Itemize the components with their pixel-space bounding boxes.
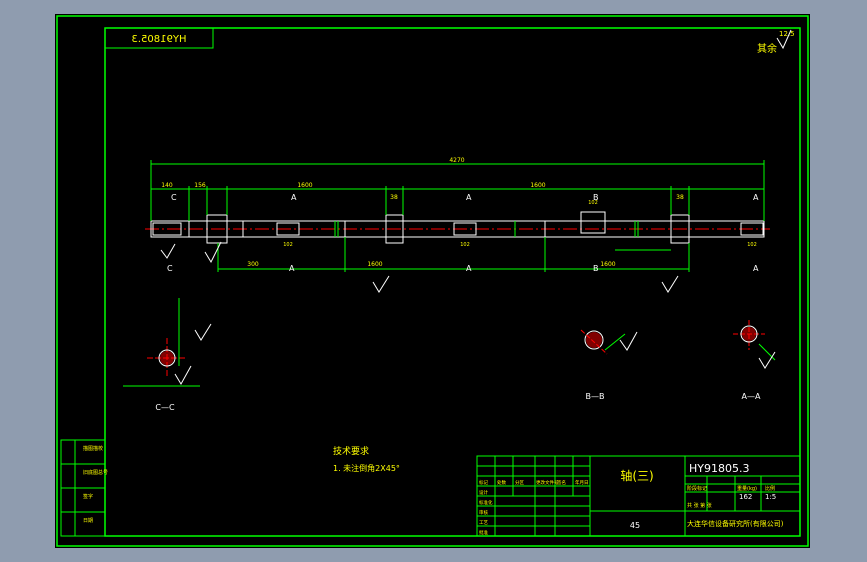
tech-req-title: 技术要求 — [333, 445, 369, 457]
keyway-dim-1: 102 — [283, 242, 293, 248]
section-bb: B—B — [580, 329, 638, 401]
rev-header-4: 更改文件号 — [536, 479, 559, 486]
cut-b-bottom: B — [593, 264, 599, 273]
rev-header-6: 年月日 — [575, 479, 589, 486]
dim-lower-3: 1600 — [600, 261, 615, 268]
cut-b-top: B — [593, 193, 599, 202]
dim-total: 4270 — [449, 157, 464, 164]
dim-lower-2: 1600 — [367, 261, 382, 268]
cut-a2-top: A — [466, 193, 472, 202]
mirrored-code: HY91805.3 — [132, 34, 187, 45]
cut-a3-top: A — [753, 193, 759, 202]
row-label-5: 批准 — [479, 529, 488, 536]
rev-header-5: 签名 — [557, 479, 566, 486]
dim-seg-6: 38 — [676, 194, 684, 201]
cut-c-top: C — [171, 193, 177, 202]
section-cc: C—C — [123, 298, 212, 412]
drawing-no: HY91805.3 — [689, 462, 749, 475]
rev-header-1: 标记 — [479, 479, 488, 486]
cut-a1-bottom: A — [289, 264, 295, 273]
keyway-dim-4: 102 — [747, 242, 757, 248]
cut-c-bottom: C — [167, 264, 173, 273]
company: 大连华信设备研究所(有限公司) — [687, 519, 784, 528]
sheet-label: 共 张 第 张 — [687, 502, 712, 509]
row-label-4: 工艺 — [479, 520, 488, 526]
row-label-2: 标准化 — [479, 499, 493, 506]
dim-seg-4: 38 — [390, 194, 398, 201]
dim-seg-5: 1600 — [530, 182, 545, 189]
left-label-3: 签字 — [83, 493, 93, 500]
material: 45 — [630, 521, 640, 530]
seat-3 — [580, 211, 606, 234]
keyway-dim-2: 102 — [460, 242, 470, 248]
row-label-3: 审核 — [479, 509, 488, 516]
roughness-value: 12.5 — [779, 30, 795, 38]
stage-label: 阶段标记 — [687, 485, 707, 492]
left-label-2: 旧底图总号 — [83, 469, 108, 476]
section-cc-label: C—C — [155, 403, 175, 412]
dim-seg-2: 156 — [194, 182, 206, 189]
cad-drawing: HY91805.3 其余 12.5 描图描校 旧底图总号 签字 日期 4270 … — [56, 15, 809, 547]
dim-lower-1: 300 — [247, 261, 259, 268]
section-bb-label: B—B — [586, 392, 605, 401]
rev-header-2: 处数 — [497, 479, 506, 486]
weight: 162 — [739, 493, 752, 501]
part-name: 轴(三) — [620, 468, 653, 483]
cut-a2-bottom: A — [466, 264, 472, 273]
roughness-note: 其余 — [757, 42, 777, 55]
left-label-4: 日期 — [83, 518, 93, 524]
row-label-1: 设计 — [479, 489, 488, 496]
tech-req-item-1: 1. 未注倒角2X45° — [333, 463, 400, 473]
cut-a3-bottom: A — [753, 264, 759, 273]
section-aa-label: A—A — [742, 392, 761, 401]
dim-seg-1: 140 — [161, 182, 173, 189]
scale-label: 比例 — [765, 485, 775, 492]
dimensions — [150, 160, 765, 272]
cut-a1-top: A — [291, 193, 297, 202]
left-block: 描图描校 旧底图总号 签字 日期 — [60, 439, 108, 537]
scale: 1:5 — [765, 493, 776, 501]
inner-frame — [104, 27, 801, 537]
weight-label: 重量(kg) — [737, 485, 757, 492]
left-label-1: 描图描校 — [83, 445, 103, 452]
dim-seg-3: 1600 — [297, 182, 312, 189]
section-aa: A—A — [733, 320, 776, 401]
rev-header-3: 分区 — [515, 479, 524, 486]
drawing-sheet: HY91805.3 其余 12.5 描图描校 旧底图总号 签字 日期 4270 … — [55, 14, 810, 548]
shaft — [145, 211, 770, 244]
